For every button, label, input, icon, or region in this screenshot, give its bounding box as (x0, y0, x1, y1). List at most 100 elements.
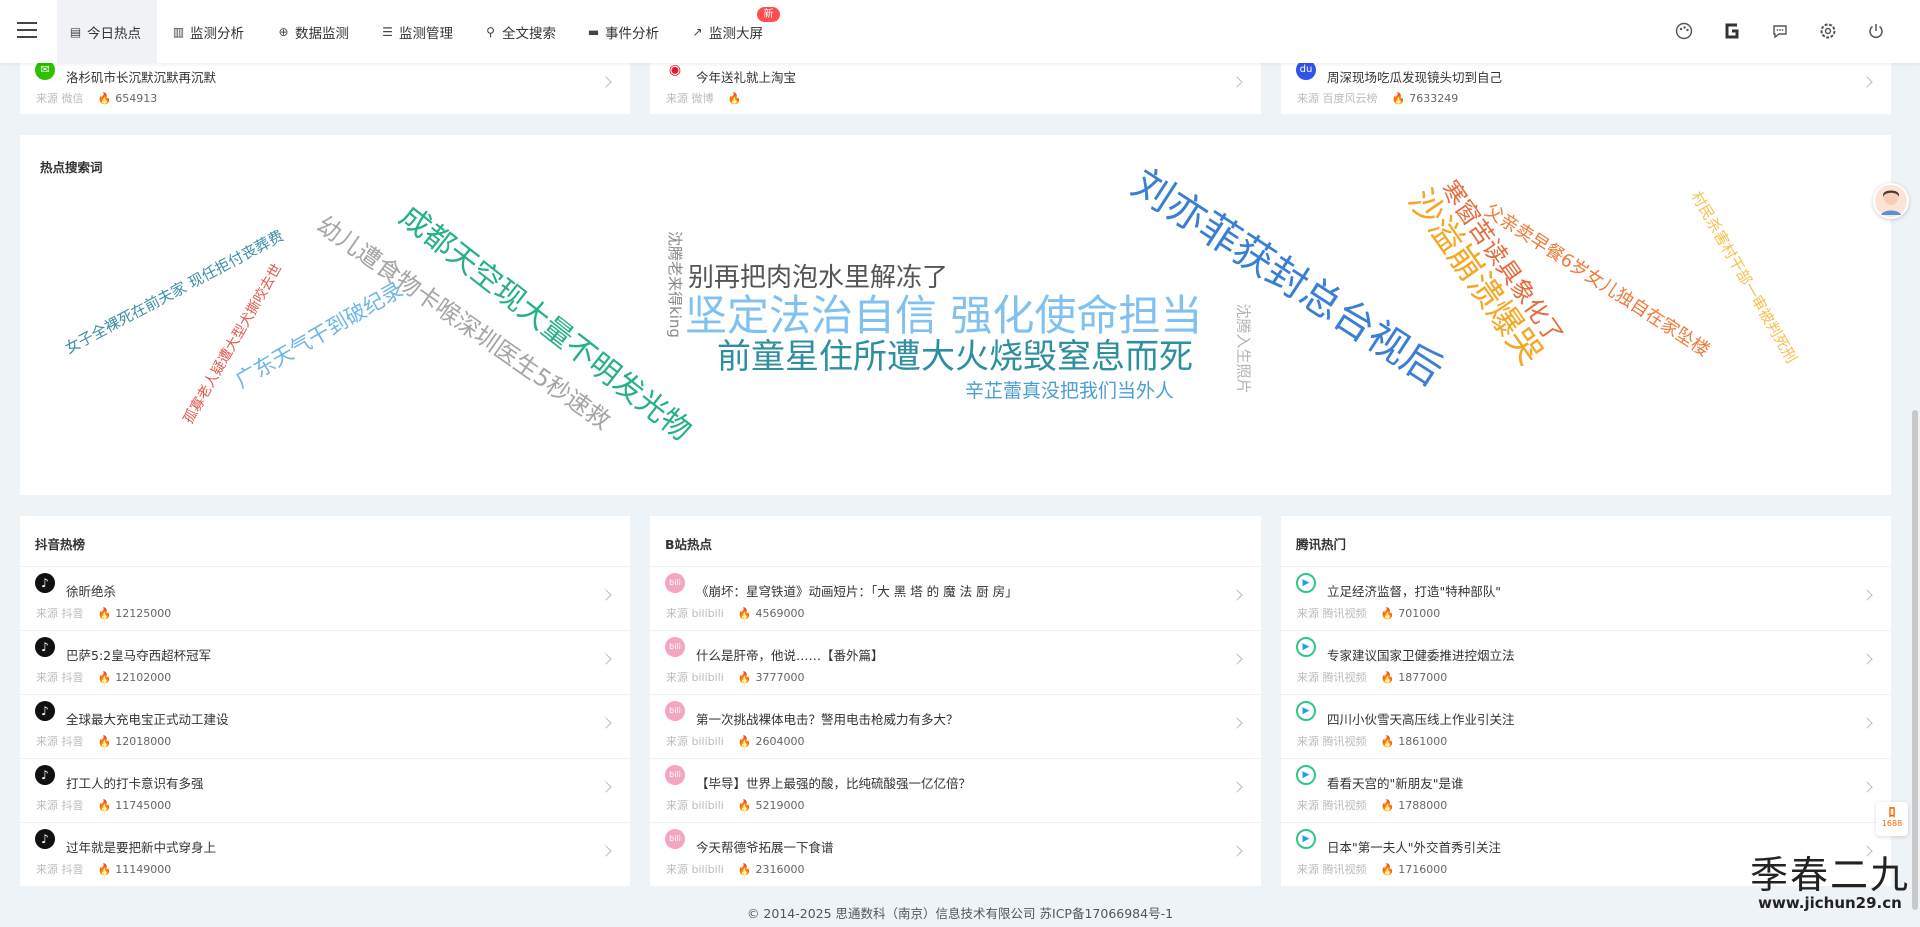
fire-icon: 🔥 (97, 735, 112, 748)
douyin-icon: ♪ (35, 637, 55, 657)
scrollbar[interactable] (1912, 410, 1918, 910)
chevron-right-icon (1231, 653, 1243, 665)
fire-icon: 🔥 (737, 863, 752, 876)
list-item[interactable]: ♪ 打工人的打卡意识有多强 来源 抖音 🔥 11745000 (20, 758, 630, 822)
baidu-icon: du (1296, 60, 1316, 80)
fire-icon: 🔥 (1380, 863, 1395, 876)
document-icon: ▤ (69, 24, 82, 39)
fire-icon: 🔥 (1380, 607, 1395, 620)
list-item[interactable]: bili 今天帮德爷拓展一下食谱 来源 bilibili 🔥 2316000 (650, 822, 1261, 886)
hot-word[interactable]: 坚定法治自信 强化使命担当 (685, 295, 1202, 337)
tencent-video-icon: ▶ (1296, 637, 1316, 657)
chevron-right-icon (600, 781, 612, 793)
tencent-video-icon: ▶ (1296, 829, 1316, 849)
wechat-icon: ✉ (35, 60, 55, 80)
fire-icon: 🔥 (737, 671, 752, 684)
list-item[interactable]: ▶ 专家建议国家卫健委推进控烟立法 来源 腾讯视频 🔥 1877000 (1281, 630, 1891, 694)
source-label: 来源 微博 (666, 92, 714, 105)
list-item[interactable]: ♪ 巴萨5:2皇马夺西超杯冠军 来源 抖音 🔥 12102000 (20, 630, 630, 694)
list-icon: ☰ (382, 24, 393, 39)
douyin-icon: ♪ (35, 573, 55, 593)
tab-monitor-screen[interactable]: ↗ 监测大屏 (691, 0, 763, 63)
palette-icon[interactable] (1674, 21, 1694, 41)
card-title: 腾讯热门 (1296, 537, 1347, 552)
hot-word[interactable]: 别再把肉泡水里解冻了 (688, 265, 948, 291)
chevron-right-icon (600, 717, 612, 729)
chevron-right-icon (1861, 653, 1873, 665)
tab-today-hot[interactable]: ▤ 今日热点 (57, 0, 157, 63)
fire-icon: 🔥 (97, 799, 112, 812)
menu-toggle-icon[interactable] (17, 22, 37, 38)
card-icon: ▬ (587, 24, 600, 39)
bilibili-icon: bili (665, 573, 685, 593)
hot-word[interactable]: 成都天空现大量不明发光物 (393, 199, 698, 448)
hot-word[interactable]: 前童星住所遭大火烧毁窒息而死 (717, 340, 1193, 374)
hot-word[interactable]: 辛芷蕾真没把我们当外人 (965, 382, 1174, 401)
tencent-video-icon: ▶ (1296, 573, 1316, 593)
chevron-right-icon (1861, 76, 1873, 88)
crosshair-icon: ⊕ (278, 24, 289, 39)
chevron-right-icon (1231, 717, 1243, 729)
fire-icon: 🔥 (97, 863, 112, 876)
douyin-hot-list: 抖音热榜 ♪ 徐昕绝杀 来源 抖音 🔥 12125000 ♪ 巴萨5:2皇马夺西超杯… (20, 516, 630, 886)
bilibili-icon: bili (665, 765, 685, 785)
footer-copyright: © 2014-2025 思通数科（南京）信息技术有限公司 苏ICP备170669… (746, 906, 1174, 921)
chevron-right-icon (600, 76, 612, 88)
alibaba-1688-icon[interactable]: ﾛ 1688 (1876, 802, 1908, 836)
fire-icon: 🔥 (1380, 735, 1395, 748)
douyin-icon: ♪ (35, 701, 55, 721)
chevron-right-icon (1231, 781, 1243, 793)
list-item[interactable]: bili 第一次挑战裸体电击？警用电击枪威力有多大？ 来源 bilibili 🔥 2… (650, 694, 1261, 758)
search-icon: ⚲ (486, 24, 495, 39)
list-item[interactable]: ▶ 四川小伙雪天高压线上作业引关注 来源 腾讯视频 🔥 1861000 (1281, 694, 1891, 758)
source-label: 来源 微信 (36, 92, 84, 105)
tencent-video-icon: ▶ (1296, 765, 1316, 785)
tab-monitor-analysis[interactable]: ▥ 监测分析 (172, 0, 244, 63)
list-item[interactable]: ♪ 全球最大充电宝正式动工建设 来源 抖音 🔥 12018000 (20, 694, 630, 758)
tab-fulltext-search[interactable]: ⚲ 全文搜索 (484, 0, 556, 63)
hot-word[interactable]: 沈腾入生照片 (1235, 303, 1253, 393)
tab-event-analysis[interactable]: ▬ 事件分析 (587, 0, 659, 63)
top-navbar: ▤ 今日热点 ▥ 监测分析 ⊕ 数据监测 ☰ 监测管理 ⚲ 全文搜索 ▬ 事件分析 ↗ 监测大… (0, 0, 1920, 63)
assistant-avatar-icon[interactable] (1873, 183, 1909, 219)
tencent-hot-list: 腾讯热门 ▶ 立足经济监督，打造"特种部队" 来源 腾讯视频 🔥 701000 ▶ … (1281, 516, 1891, 886)
gear-icon[interactable] (1818, 21, 1838, 41)
hot-word[interactable]: 沈腾老来得king (666, 231, 684, 338)
hot-search-wordcloud-card: 热点搜索词 女子全裸死在前夫家 现任拒付丧葬费 孤寡老人疑遭大型犬撕咬去世 广东… (20, 135, 1891, 495)
list-item[interactable]: ▶ 看看天宫的"新朋友"是谁 来源 腾讯视频 🔥 1788000 (1281, 758, 1891, 822)
fire-icon: 🔥 (1380, 671, 1395, 684)
fire-icon: 🔥 (97, 607, 112, 620)
tencent-video-icon: ▶ (1296, 701, 1316, 721)
fire-icon: 🔥 (737, 735, 752, 748)
list-item[interactable]: bili 什么是肝帝，他说……【番外篇】 来源 bilibili 🔥 3777000 (650, 630, 1261, 694)
card-title: B站热点 (665, 537, 713, 552)
tab-data-monitor[interactable]: ⊕ 数据监测 (277, 0, 349, 63)
fire-icon: 🔥 (1380, 799, 1395, 812)
card-title: 热点搜索词 (40, 160, 103, 175)
bilibili-hot-list: B站热点 bili 《崩坏：星穹铁道》动画短片：「大 黑 塔 的 魔 法 厨 房… (650, 516, 1261, 886)
g-logo-icon[interactable] (1722, 21, 1742, 41)
new-badge: 新 (757, 7, 780, 22)
tab-monitor-manage[interactable]: ☰ 监测管理 (381, 0, 453, 63)
chat-icon[interactable] (1770, 21, 1790, 41)
card-title: 抖音热榜 (35, 537, 86, 552)
fire-icon: 🔥 (737, 607, 752, 620)
list-item[interactable]: ♪ 过年就是要把新中式穿身上 来源 抖音 🔥 11149000 (20, 822, 630, 886)
list-item[interactable]: bili 《崩坏：星穹铁道》动画短片：「大 黑 塔 的 魔 法 厨 房」 来源 … (650, 566, 1261, 630)
chevron-right-icon (1861, 781, 1873, 793)
bilibili-icon: bili (665, 829, 685, 849)
chevron-right-icon (1861, 717, 1873, 729)
power-icon[interactable] (1866, 21, 1886, 41)
chevron-right-icon (600, 653, 612, 665)
source-label: 来源 百度风云榜 (1297, 92, 1378, 105)
chevron-right-icon (600, 589, 612, 601)
list-item[interactable]: bili 【毕导】世界上最强的酸，比纯硫酸强一亿亿倍？ 来源 bilibili 🔥… (650, 758, 1261, 822)
fire-icon: 🔥 (97, 92, 112, 105)
fire-icon: 🔥 (97, 671, 112, 684)
list-item[interactable]: ▶ 立足经济监督，打造"特种部队" 来源 腾讯视频 🔥 701000 (1281, 566, 1891, 630)
bilibili-icon: bili (665, 637, 685, 657)
chevron-right-icon (1231, 589, 1243, 601)
list-item[interactable]: ♪ 徐昕绝杀 来源 抖音 🔥 12125000 (20, 566, 630, 630)
chevron-right-icon (1861, 589, 1873, 601)
fire-icon: 🔥 (1391, 92, 1406, 105)
